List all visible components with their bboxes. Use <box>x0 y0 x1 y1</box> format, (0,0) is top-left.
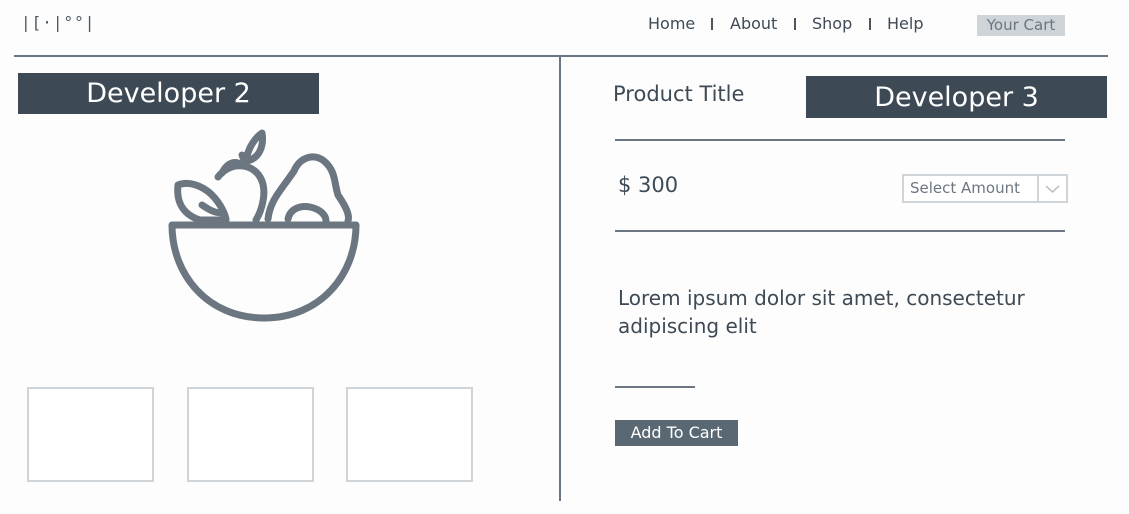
nav-separator <box>794 18 796 30</box>
developer-3-banner: Developer 3 <box>806 76 1107 118</box>
logo[interactable]: |[·|°°| <box>21 13 95 32</box>
product-title: Product Title <box>613 82 745 106</box>
add-to-cart-button[interactable]: Add To Cart <box>615 420 738 446</box>
amount-select[interactable]: Select Amount <box>902 174 1068 203</box>
price-top-divider <box>615 139 1065 141</box>
short-divider <box>615 386 695 388</box>
nav-help[interactable]: Help <box>887 14 923 34</box>
header-divider <box>14 55 1108 57</box>
amount-select-label: Select Amount <box>910 179 1020 197</box>
thumbnail-2[interactable] <box>187 387 314 482</box>
your-cart-button[interactable]: Your Cart <box>977 15 1065 36</box>
price-bottom-divider <box>615 230 1065 232</box>
column-divider <box>559 57 561 501</box>
nav-home[interactable]: Home <box>648 14 695 34</box>
product-description: Lorem ipsum dolor sit amet, consectetur … <box>618 286 1025 338</box>
nav-about[interactable]: About <box>730 14 777 34</box>
nav-shop[interactable]: Shop <box>812 14 852 34</box>
nav-separator <box>869 18 871 30</box>
fruit-bowl-icon <box>168 129 360 322</box>
nav-separator <box>711 18 713 30</box>
developer-2-banner: Developer 2 <box>18 73 319 114</box>
price: $ 300 <box>618 173 679 197</box>
thumbnail-3[interactable] <box>346 387 473 482</box>
chevron-down-icon[interactable] <box>1037 176 1066 201</box>
thumbnail-1[interactable] <box>27 387 154 482</box>
